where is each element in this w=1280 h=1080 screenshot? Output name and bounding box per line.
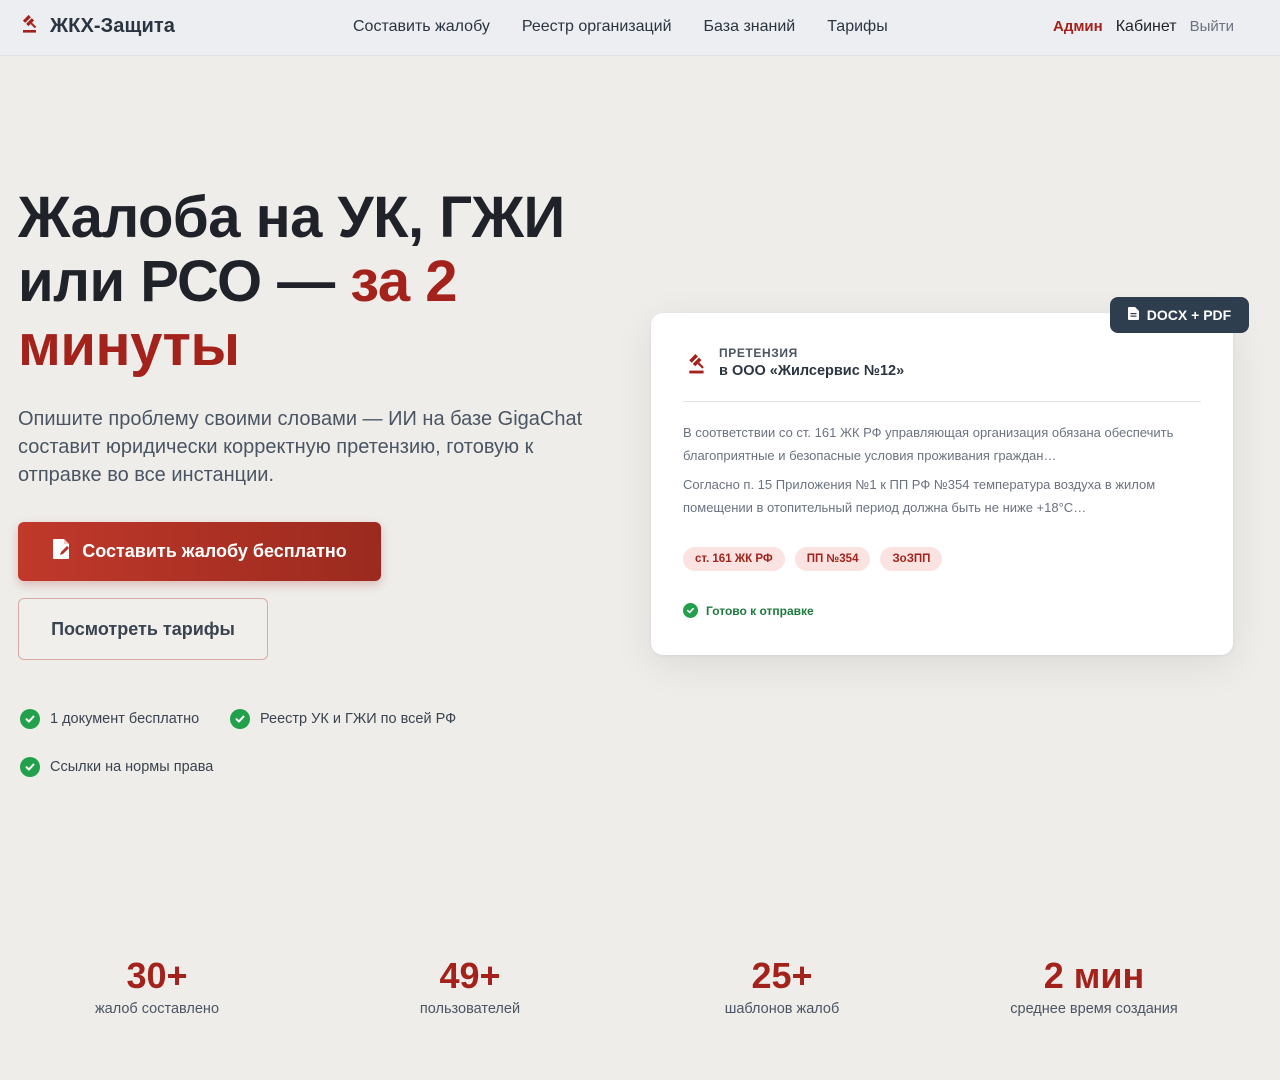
document-paragraph-2: Согласно п. 15 Приложения №1 к ПП РФ №35… — [683, 477, 1156, 515]
document-edit-icon — [52, 538, 72, 565]
ready-status-label: Готово к отправке — [706, 603, 814, 618]
stat-label: пользователей — [419, 1001, 521, 1017]
hero-title-line2: или РСО — — [18, 249, 351, 314]
law-tags: ст. 161 ЖК РФ ПП №354 ЗоЗПП — [683, 547, 943, 571]
nav-organizations-registry[interactable]: Реестр организаций — [522, 18, 672, 36]
gavel-icon — [686, 353, 708, 380]
stat-label: среднее время создания — [1010, 1001, 1178, 1017]
gavel-icon — [20, 14, 40, 39]
feature-item: Ссылки на нормы права — [20, 757, 213, 777]
stat-label: шаблонов жалоб — [724, 1001, 840, 1017]
top-navbar: ЖКХ-Защита Составить жалобу Реестр орган… — [0, 0, 1280, 56]
user-menu: Админ Кабинет Выйти — [1053, 18, 1234, 36]
law-tag: ЗоЗПП — [880, 547, 943, 571]
hero-subtitle: Опишите проблему своими словами — ИИ на … — [18, 408, 583, 486]
admin-link[interactable]: Админ — [1053, 18, 1103, 35]
file-icon — [1127, 307, 1139, 323]
stat-label: жалоб составлено — [94, 1001, 220, 1017]
check-circle-icon — [683, 603, 698, 618]
law-tag: ст. 161 ЖК РФ — [683, 547, 785, 571]
view-pricing-label: Посмотреть тарифы — [51, 618, 235, 639]
logout-link[interactable]: Выйти — [1190, 18, 1234, 35]
feature-item: Реестр УК и ГЖИ по всей РФ — [230, 709, 456, 729]
check-circle-icon — [230, 709, 250, 729]
hero-title-line1: Жалоба на УК, ГЖИ — [18, 185, 565, 250]
nav-pricing[interactable]: Тарифы — [827, 18, 887, 36]
feature-label: 1 документ бесплатно — [50, 711, 200, 727]
document-paragraph-1: В соответствии со ст. 161 ЖК РФ управляю… — [683, 425, 1174, 463]
view-pricing-button[interactable]: Посмотреть тарифы — [18, 598, 268, 660]
check-circle-icon — [20, 709, 40, 729]
stat-value: 25+ — [751, 955, 813, 996]
divider — [683, 401, 1201, 402]
complaint-preview-card: ПРЕТЕНЗИЯ в ООО «Жилсервис №12» В соотве… — [651, 313, 1233, 655]
hero-title-accent-2: минуты — [18, 313, 240, 378]
stat-complaints: 30+ жалоб составлено — [7, 954, 307, 1017]
feature-label: Реестр УК и ГЖИ по всей РФ — [260, 711, 457, 727]
main-nav: Составить жалобу Реестр организаций База… — [353, 18, 888, 36]
nav-knowledge-base[interactable]: База знаний — [704, 18, 796, 36]
stat-avg-time: 2 мин среднее время создания — [944, 954, 1244, 1017]
stat-users: 49+ пользователей — [320, 954, 620, 1017]
logo-text: ЖКХ-Защита — [50, 15, 176, 37]
stat-value: 30+ — [126, 955, 188, 996]
hero-title-accent: за 2 — [350, 249, 457, 314]
nav-compose-complaint[interactable]: Составить жалобу — [353, 18, 490, 36]
logo[interactable]: ЖКХ-Защита — [20, 14, 175, 39]
stat-templates: 25+ шаблонов жалоб — [632, 954, 932, 1017]
compose-complaint-button[interactable]: Составить жалобу бесплатно — [18, 522, 381, 581]
feature-label: Ссылки на нормы права — [50, 759, 214, 775]
law-tag: ПП №354 — [794, 547, 871, 571]
document-type: ПРЕТЕНЗИЯ — [719, 346, 798, 360]
document-recipient: в ООО «Жилсервис №12» — [719, 363, 905, 379]
format-badge: DOCX + PDF — [1110, 297, 1249, 333]
ready-status: Готово к отправке — [683, 603, 814, 618]
hero-title: Жалоба на УК, ГЖИ или РСО — за 2 минуты — [18, 186, 618, 378]
cabinet-link[interactable]: Кабинет — [1116, 18, 1177, 36]
check-circle-icon — [20, 757, 40, 777]
stat-value: 2 мин — [1043, 955, 1145, 996]
stat-value: 49+ — [439, 955, 501, 996]
feature-item: 1 документ бесплатно — [20, 709, 199, 729]
format-badge-label: DOCX + PDF — [1146, 307, 1232, 323]
compose-complaint-label: Составить жалобу бесплатно — [82, 541, 347, 561]
